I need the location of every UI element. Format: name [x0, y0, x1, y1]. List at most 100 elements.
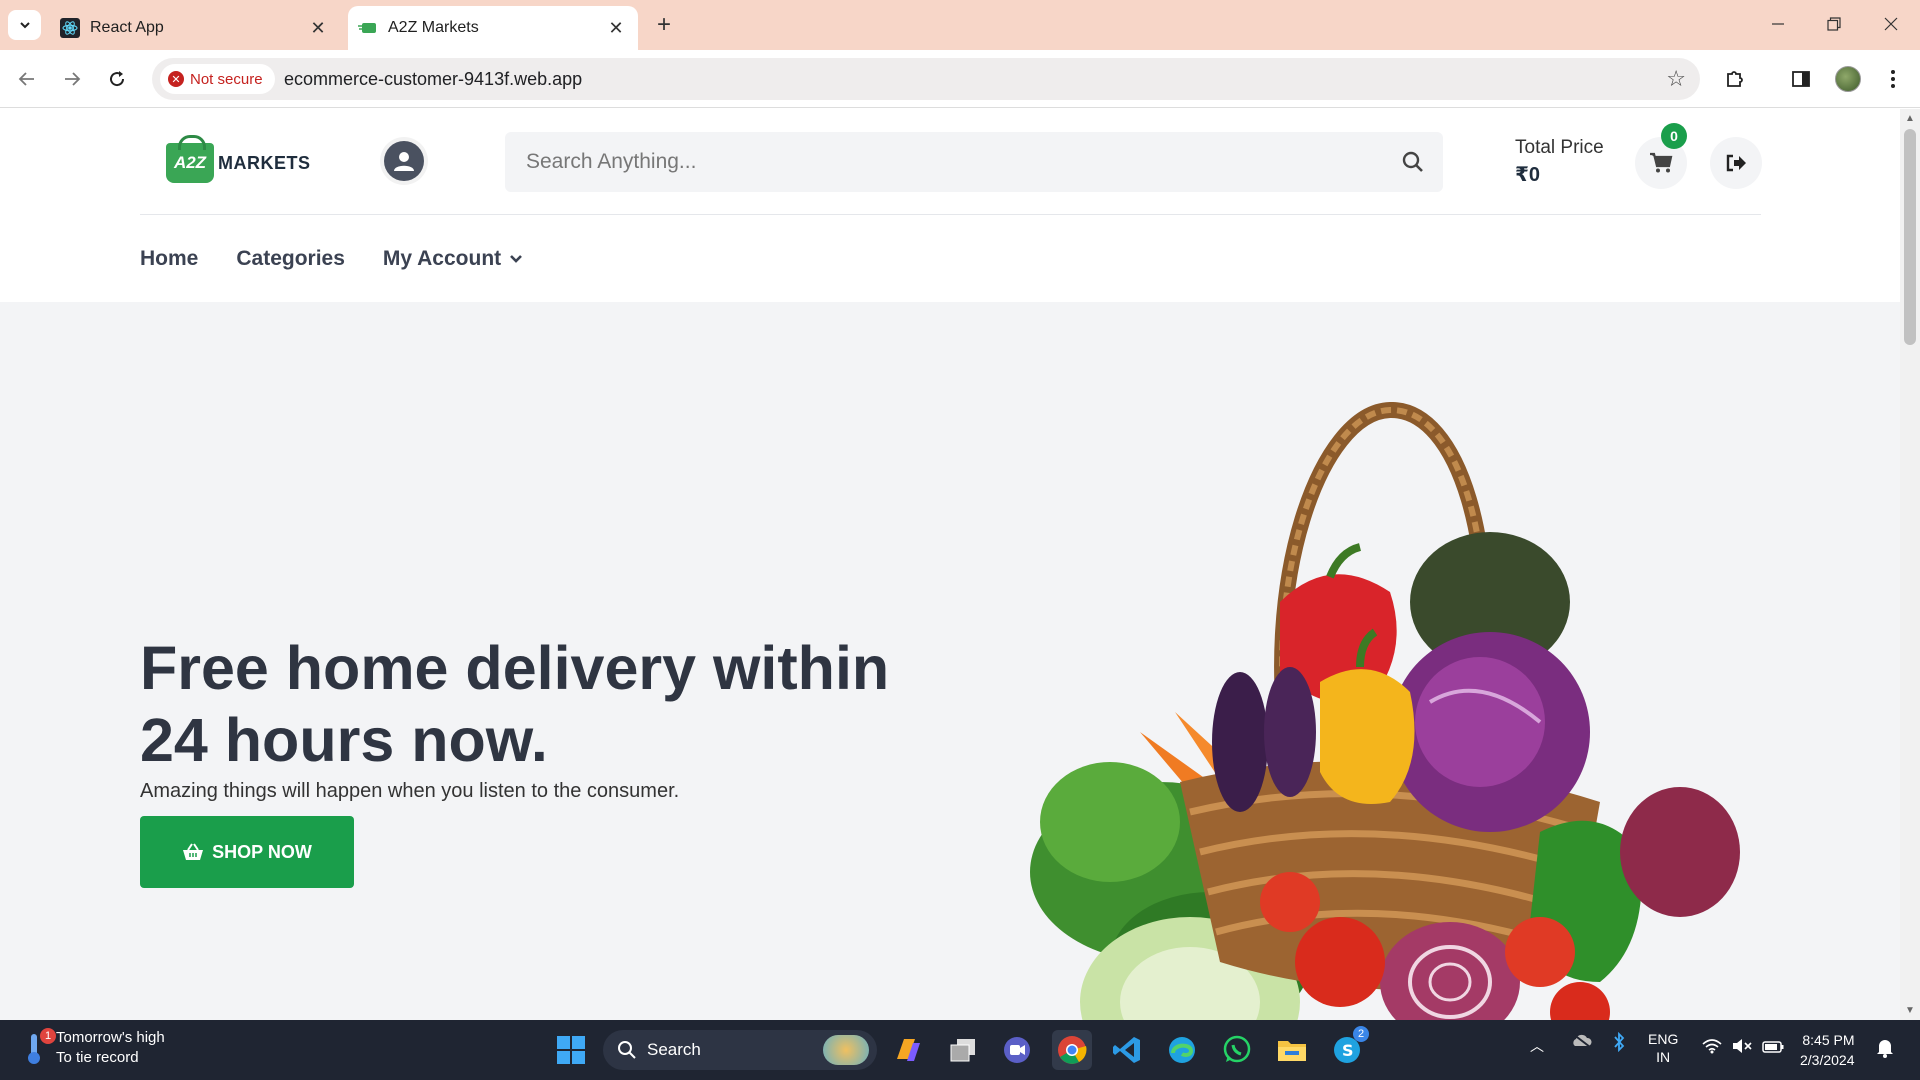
speaker-muted-icon[interactable]	[1732, 1038, 1752, 1057]
cart-count-badge: 0	[1661, 123, 1687, 149]
total-price-value: ₹0	[1515, 164, 1541, 186]
restore-icon[interactable]	[1814, 8, 1854, 40]
wifi-icon[interactable]	[1702, 1038, 1722, 1057]
react-icon	[60, 18, 80, 38]
lang-line-2: IN	[1656, 1049, 1671, 1065]
close-icon[interactable]: ✕	[602, 14, 630, 42]
battery-icon[interactable]	[1762, 1040, 1784, 1056]
weather-line-1: Tomorrow's high	[56, 1029, 165, 1046]
weather-widget[interactable]: 1 Tomorrow's high To tie record	[22, 1028, 165, 1068]
kebab-menu-icon[interactable]	[1876, 62, 1910, 96]
address-bar[interactable]: ✕ Not secure ecommerce-customer-9413f.we…	[152, 58, 1700, 100]
page-scrollbar[interactable]: ▲ ▼	[1900, 109, 1920, 1020]
hero-subtitle: Amazing things will happen when you list…	[140, 780, 680, 802]
reload-icon[interactable]	[100, 62, 134, 96]
nav-categories[interactable]: Categories	[236, 247, 345, 271]
profile-avatar[interactable]	[1831, 62, 1865, 96]
scroll-up-arrow-icon[interactable]: ▲	[1905, 113, 1915, 124]
show-hidden-icons-chevron-icon[interactable]: ︿	[1530, 1036, 1544, 1056]
forward-arrow-icon[interactable]	[55, 62, 89, 96]
basket-icon	[183, 843, 204, 860]
shop-now-button[interactable]: SHOP NOW	[140, 816, 354, 888]
warning-icon: ✕	[168, 71, 184, 87]
language-indicator[interactable]: ENG IN	[1648, 1030, 1678, 1066]
page-viewport: A2Z MARKETS Total Price ₹0 0	[0, 109, 1900, 1020]
nav-my-account-label: My Account	[382, 247, 502, 270]
svg-text:S: S	[1342, 1041, 1354, 1060]
tab-search-button[interactable]	[8, 10, 41, 40]
total-price: Total Price ₹0	[1515, 137, 1604, 187]
copilot-icon[interactable]	[888, 1030, 928, 1070]
hero-banner: Free home delivery within 24 hours now. …	[0, 302, 1900, 1020]
site-info-chip[interactable]: ✕ Not secure	[160, 64, 275, 94]
chrome-icon[interactable]	[1052, 1030, 1092, 1070]
taskbar-clock[interactable]: 8:45 PM 2/3/2024	[1800, 1030, 1855, 1070]
main-navigation: Home Categories My Account	[140, 247, 523, 271]
back-arrow-icon[interactable]	[10, 62, 44, 96]
onedrive-icon[interactable]	[1570, 1032, 1592, 1051]
task-view-icon[interactable]	[943, 1030, 983, 1070]
logout-icon	[1726, 154, 1746, 172]
side-panel-icon[interactable]	[1784, 62, 1818, 96]
edge-icon[interactable]	[1162, 1030, 1202, 1070]
taskbar-search-label: Search	[647, 1040, 701, 1059]
scroll-down-arrow-icon[interactable]: ▼	[1905, 1005, 1915, 1016]
logo-text: MARKETS	[218, 152, 311, 173]
tab-a2z-markets[interactable]: A2Z Markets ✕	[348, 6, 638, 50]
chevron-down-icon	[19, 22, 30, 29]
search-highlight-icon	[823, 1035, 869, 1065]
hero-title: Free home delivery within 24 hours now.	[140, 634, 890, 774]
browser-toolbar: ✕ Not secure ecommerce-customer-9413f.we…	[0, 50, 1920, 108]
bookmark-star-icon[interactable]: ☆	[1666, 66, 1686, 92]
skype-badge: 2	[1353, 1026, 1369, 1042]
cart-icon	[1650, 152, 1673, 173]
tab-title: React App	[90, 19, 164, 36]
url-text[interactable]: ecommerce-customer-9413f.web.app	[284, 69, 582, 90]
browser-tab-strip: React App ✕ A2Z Markets ✕ +	[0, 0, 1920, 50]
vscode-icon[interactable]	[1107, 1030, 1147, 1070]
new-tab-plus-icon[interactable]: +	[650, 11, 678, 39]
windows-start-icon[interactable]	[551, 1030, 591, 1070]
clock-time: 8:45 PM	[1802, 1032, 1855, 1048]
notification-bell-icon[interactable]	[1876, 1038, 1894, 1061]
close-icon[interactable]: ✕	[304, 14, 332, 42]
file-explorer-icon[interactable]	[1272, 1030, 1312, 1070]
chevron-down-icon	[510, 255, 523, 263]
vegetable-basket-image	[1030, 402, 1740, 1020]
tab-react-app[interactable]: React App ✕	[50, 6, 340, 50]
lang-line-1: ENG	[1648, 1031, 1679, 1047]
thermometer-icon: 1	[22, 1028, 56, 1066]
weather-alert-badge: 1	[40, 1028, 56, 1044]
a2z-favicon-icon	[358, 18, 378, 38]
search-icon[interactable]	[1401, 150, 1425, 179]
security-label: Not secure	[190, 70, 263, 88]
site-header: A2Z MARKETS Total Price ₹0 0	[0, 109, 1900, 302]
nav-my-account[interactable]: My Account	[383, 247, 523, 271]
search-icon	[618, 1041, 636, 1059]
bluetooth-icon[interactable]	[1612, 1031, 1626, 1055]
user-icon	[384, 141, 424, 181]
weather-line-2: To tie record	[56, 1049, 139, 1066]
product-search	[505, 132, 1443, 192]
skype-icon[interactable]: S 2	[1327, 1026, 1369, 1070]
whatsapp-icon[interactable]	[1217, 1030, 1257, 1070]
teams-meet-icon[interactable]	[997, 1030, 1037, 1070]
window-close-icon[interactable]	[1871, 8, 1911, 40]
tab-title: A2Z Markets	[388, 19, 479, 36]
site-logo[interactable]: A2Z MARKETS	[166, 135, 311, 183]
minimize-icon[interactable]	[1758, 8, 1798, 40]
clock-date: 2/3/2024	[1800, 1052, 1855, 1068]
header-divider	[140, 214, 1761, 215]
shopping-bag-logo-icon: A2Z	[166, 135, 214, 183]
nav-home[interactable]: Home	[140, 247, 198, 271]
shop-now-label: SHOP NOW	[212, 841, 312, 862]
search-input[interactable]	[505, 132, 1385, 192]
logout-button[interactable]	[1710, 137, 1762, 189]
scrollbar-thumb[interactable]	[1904, 129, 1916, 345]
windows-taskbar: 1 Tomorrow's high To tie record Search S	[0, 1020, 1920, 1080]
taskbar-search[interactable]: Search	[603, 1030, 877, 1070]
user-profile-button[interactable]	[380, 137, 428, 185]
extensions-puzzle-icon[interactable]	[1718, 62, 1752, 96]
logo-badge-text: A2Z	[173, 153, 207, 172]
total-price-label: Total Price	[1515, 137, 1604, 158]
